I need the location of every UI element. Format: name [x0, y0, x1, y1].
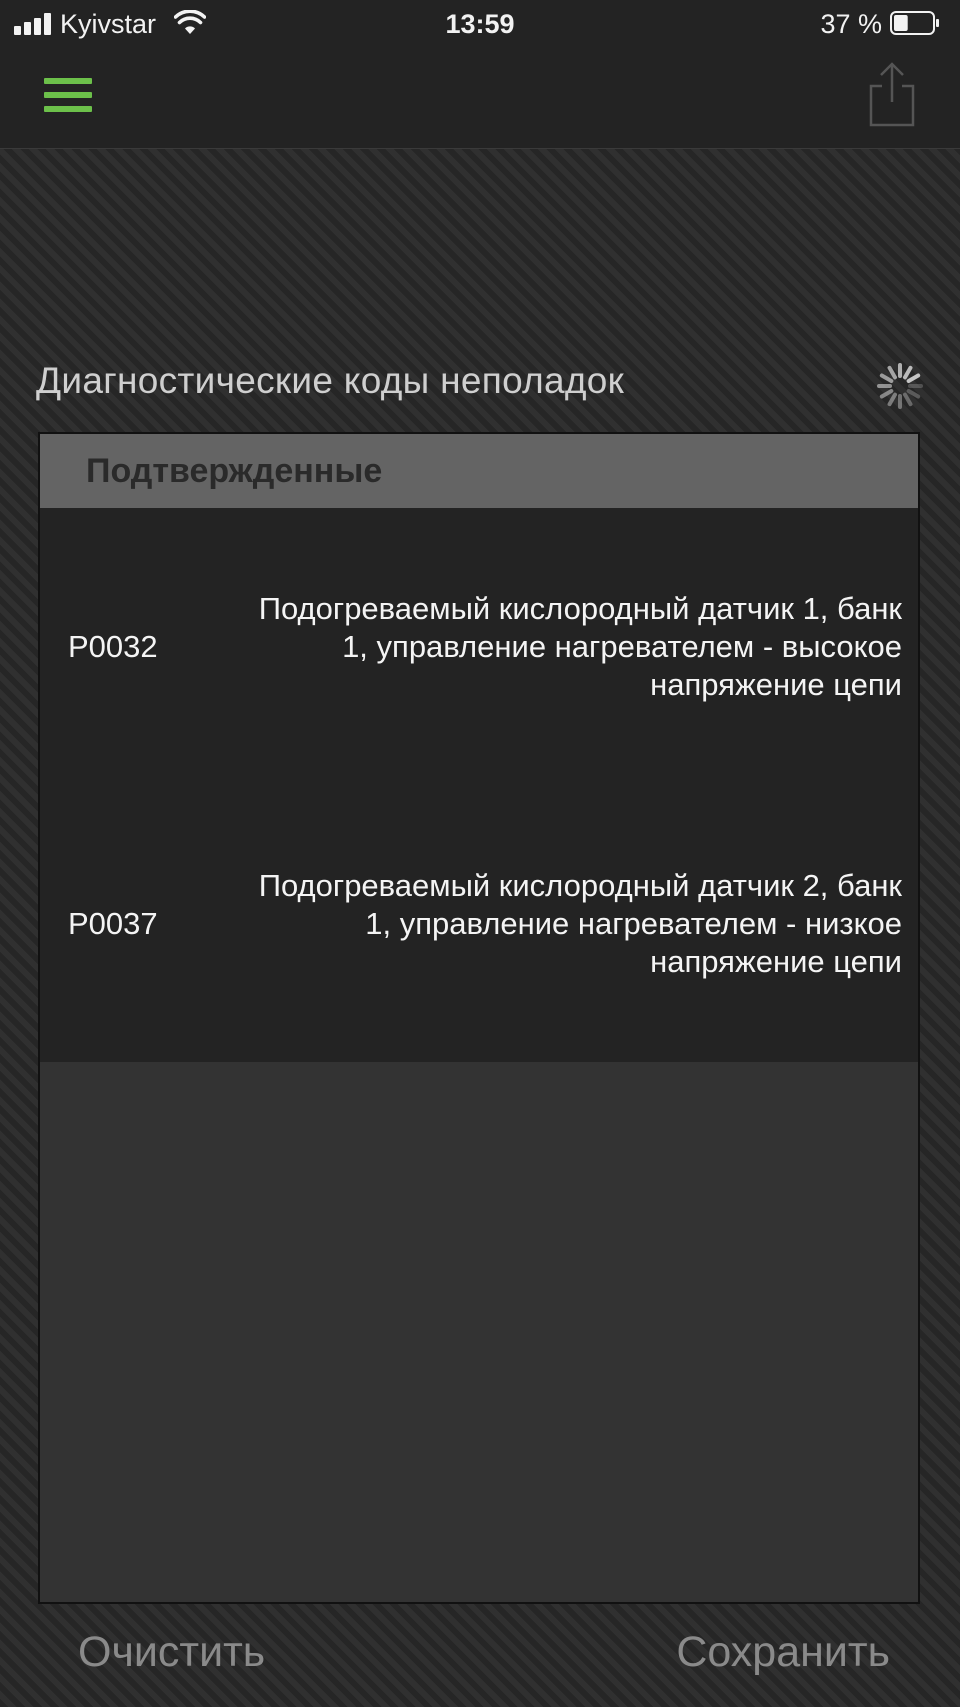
status-bar: Kyivstar 13:59 37 %	[0, 0, 960, 50]
battery-icon	[890, 11, 939, 35]
spinner-spoke	[903, 365, 913, 380]
status-time: 13:59	[445, 9, 515, 39]
top-bar: Kyivstar 13:59 37 %	[0, 0, 960, 149]
spinner-spoke	[879, 389, 894, 399]
hamburger-menu-icon[interactable]	[44, 78, 92, 112]
panel-header: Подтвержденные	[40, 434, 918, 508]
code-row[interactable]: P0032 Подогреваемый кислородный датчик 1…	[40, 508, 918, 785]
spinner-spoke	[903, 392, 913, 407]
save-button[interactable]: Сохранить	[676, 1628, 890, 1677]
code-description: Подогреваемый кислородный датчик 2, банк…	[258, 867, 902, 979]
share-icon[interactable]	[868, 62, 916, 128]
loading-spinner-icon	[877, 363, 923, 409]
spinner-spoke	[906, 389, 921, 399]
code-list: P0032 Подогреваемый кислородный датчик 1…	[40, 508, 918, 1062]
clear-button[interactable]: Очистить	[78, 1628, 265, 1677]
spinner-spoke	[887, 392, 897, 407]
code-id: P0032	[68, 628, 158, 664]
spinner-spoke	[887, 365, 897, 380]
section-title: Диагностические коды неполадок	[36, 360, 625, 401]
codes-panel: Подтвержденные P0032 Подогреваемый кисло…	[38, 432, 920, 1604]
code-description: Подогреваемый кислородный датчик 1, банк…	[258, 590, 902, 702]
code-id: P0037	[68, 905, 158, 941]
battery-percent: 37 %	[820, 9, 882, 39]
spinner-spoke	[879, 373, 894, 383]
code-row[interactable]: P0037 Подогреваемый кислородный датчик 2…	[40, 785, 918, 1062]
spinner-spoke	[906, 373, 921, 383]
screen: Kyivstar 13:59 37 % Диагностические коды…	[0, 0, 960, 1707]
